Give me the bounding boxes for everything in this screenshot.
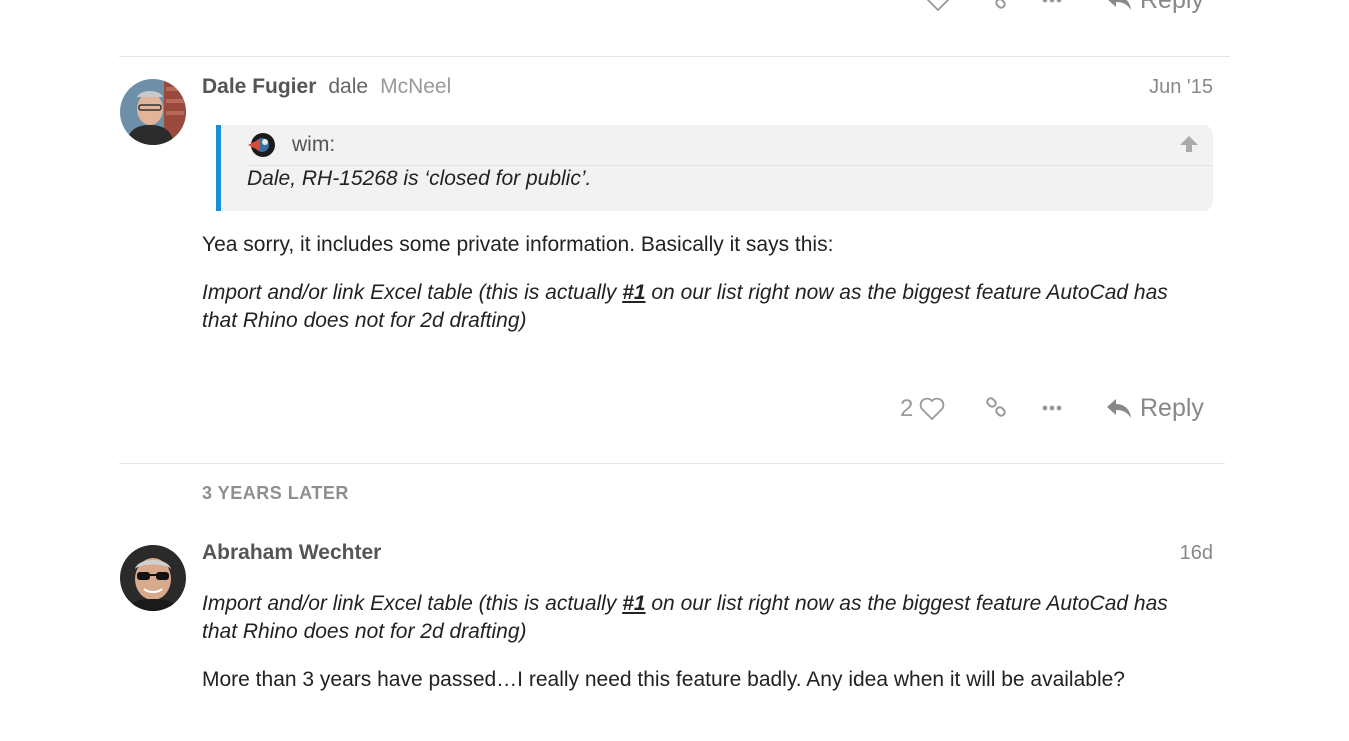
- avatar[interactable]: [120, 545, 186, 611]
- username[interactable]: Dale Fugier: [202, 75, 316, 99]
- quote-expand-button[interactable]: [1179, 134, 1199, 160]
- more-options-button[interactable]: [1040, 0, 1064, 14]
- like-button[interactable]: 2: [900, 394, 945, 424]
- copy-link-button[interactable]: [982, 394, 1010, 422]
- user-group[interactable]: McNeel: [380, 75, 451, 99]
- link-icon: [995, 0, 1006, 9]
- post-header: Abraham Wechter: [202, 541, 393, 565]
- previous-post-actions: Reply: [0, 0, 1349, 22]
- post-paragraph-quote: Import and/or link Excel table (this is …: [202, 279, 1202, 335]
- arrow-up-icon: [1180, 136, 1198, 152]
- reply-label: Reply: [1140, 393, 1204, 422]
- paragraph-text: Import and/or link Excel table (this is …: [202, 281, 623, 304]
- post-divider: [119, 463, 1225, 464]
- reply-button[interactable]: Reply: [1106, 0, 1204, 16]
- quote-title[interactable]: wim:: [246, 125, 1213, 166]
- avatar-dale-image: [120, 79, 186, 145]
- reply-arrow-icon: [1108, 0, 1131, 10]
- post-paragraph: Yea sorry, it includes some private info…: [202, 233, 834, 256]
- post-header: Dale Fugier dale McNeel: [202, 75, 451, 99]
- ellipsis-icon: [1042, 405, 1062, 411]
- like-count: 2: [900, 395, 914, 422]
- post-date[interactable]: Jun '15: [1149, 76, 1213, 99]
- quote-block: wim: Dale, RH-15268 is ‘closed for publi…: [216, 125, 1213, 211]
- avatar-abraham-image: [120, 545, 186, 611]
- post-paragraph: More than 3 years have passed…I really n…: [202, 668, 1125, 691]
- more-options-button[interactable]: [1040, 394, 1064, 422]
- reply-button[interactable]: Reply: [1106, 392, 1204, 424]
- like-button[interactable]: [924, 0, 952, 14]
- time-gap-label: 3 YEARS LATER: [202, 483, 349, 503]
- heart-icon: [926, 0, 950, 12]
- avatar[interactable]: [120, 79, 186, 145]
- ellipsis-icon: [1042, 0, 1062, 3]
- post-paragraph-quote: Import and/or link Excel table (this is …: [202, 590, 1202, 646]
- quote-text: Dale, RH-15268 is ‘closed for public’.: [247, 167, 592, 190]
- issue-link[interactable]: #1: [622, 592, 645, 615]
- reply-label: Reply: [1140, 0, 1204, 15]
- issue-link[interactable]: #1: [622, 281, 645, 304]
- paragraph-text: Import and/or link Excel table (this is …: [202, 592, 623, 615]
- username[interactable]: Abraham Wechter: [202, 541, 381, 565]
- post-date[interactable]: 16d: [1180, 542, 1213, 565]
- copy-link-button[interactable]: [982, 0, 1010, 14]
- quote-author: wim:: [292, 133, 336, 156]
- topic-page: Reply Dale Fugier dale McNeel Jun '15: [0, 0, 1349, 741]
- user-handle[interactable]: dale: [328, 75, 368, 99]
- heart-icon: [920, 397, 945, 421]
- link-icon: [986, 397, 1006, 417]
- reply-arrow-icon: [1107, 399, 1131, 418]
- quote-author-avatar-icon: [248, 133, 275, 157]
- post-divider: [119, 56, 1230, 57]
